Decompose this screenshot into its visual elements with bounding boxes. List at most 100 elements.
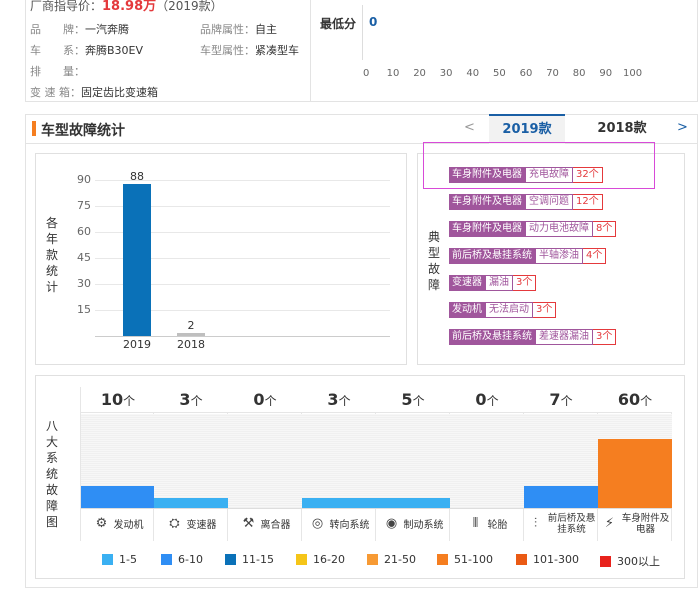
- system-column[interactable]: 10个 ⚙ 发动机: [80, 387, 155, 541]
- system-count-unit: 个: [486, 394, 499, 408]
- system-bar-area: [376, 414, 450, 508]
- system-count: 10个: [81, 387, 155, 413]
- eight-systems-label: 八大系统故障图: [45, 419, 58, 529]
- fault-item[interactable]: 变速器 漏油 3个: [449, 275, 537, 291]
- legend-item: 1-5: [102, 553, 137, 566]
- fault-item[interactable]: 前后桥及悬挂系统 差速器漏油 3个: [449, 329, 617, 345]
- steering-wheel-icon: ◎: [311, 516, 324, 531]
- system-name: 发动机: [113, 520, 144, 531]
- fault-item[interactable]: 车身附件及电器 动力电池故障 8个: [449, 221, 617, 237]
- legend-item: 16-20: [296, 553, 345, 566]
- system-count-number: 60: [617, 390, 641, 409]
- system-count: 7个: [524, 387, 598, 413]
- system-count-number: 5: [401, 390, 413, 409]
- info-value: 一汽奔腾: [85, 23, 129, 36]
- fault-item[interactable]: 前后桥及悬挂系统 半轴渗油 4个: [449, 248, 607, 264]
- info-row: 车 系：奔腾B30EV: [30, 42, 143, 58]
- fault-issue: 漏油: [485, 275, 513, 291]
- system-count: 0个: [228, 387, 302, 413]
- y-tick-label: 15: [77, 303, 91, 317]
- fault-issue: 差速器漏油: [535, 329, 593, 345]
- score-scale-tick: 70: [546, 68, 559, 79]
- system-count-unit: 个: [190, 394, 203, 408]
- info-value: 固定齿比变速箱: [81, 86, 158, 99]
- y-tick-label: 75: [77, 199, 91, 213]
- tab-2018[interactable]: 2018款: [584, 114, 660, 144]
- system-count-number: 3: [179, 390, 191, 409]
- info-value: 奔腾B30EV: [85, 44, 144, 57]
- system-name: 轮胎: [487, 520, 508, 531]
- prev-arrow-icon[interactable]: <: [464, 120, 475, 135]
- legend-item: 11-15: [225, 553, 274, 566]
- system-name: 转向系统: [329, 520, 370, 531]
- info-key: 品牌属性：: [200, 23, 255, 36]
- price-line: 厂商指导价：18.98万（2019款）: [30, 0, 223, 14]
- system-column[interactable]: 5个 ◉ 制动系统: [376, 387, 450, 541]
- fault-count: 8个: [593, 221, 617, 237]
- legend-label: 16-20: [313, 553, 345, 566]
- legend-label: 11-15: [242, 553, 274, 566]
- system-name: 离合器: [260, 520, 291, 531]
- score-scale-tick: 40: [466, 68, 480, 79]
- system-name: 制动系统: [403, 520, 444, 531]
- system-bar-area: [81, 414, 155, 508]
- fault-count: 3个: [513, 275, 537, 291]
- system-column[interactable]: 60个 ⚡ 车身附件及电器: [598, 387, 672, 541]
- system-count-number: 3: [327, 390, 339, 409]
- system-column[interactable]: 0个 ⚒ 离合器: [228, 387, 302, 541]
- system-count-number: 10: [100, 390, 124, 409]
- fault-item[interactable]: 发动机 无法启动 3个: [449, 302, 557, 318]
- fault-system: 发动机: [449, 302, 485, 318]
- fault-issue: 动力电池故障: [525, 221, 593, 237]
- info-divider: [310, 0, 311, 102]
- info-key: 品 牌：: [30, 23, 85, 36]
- legend-label: 21-50: [384, 553, 416, 566]
- legend-item: 6-10: [161, 553, 203, 566]
- system-column[interactable]: 7个 ⫶ 前后桥及悬挂系统: [524, 387, 598, 541]
- score-scale-tick: 30: [439, 68, 453, 79]
- info-row: 排 量：: [30, 63, 85, 79]
- system-count-unit: 个: [123, 394, 136, 408]
- legend-label: 6-10: [178, 553, 203, 566]
- legend-swatch: [102, 554, 113, 565]
- system-bar-area: [450, 414, 524, 508]
- legend-item: 21-50: [367, 553, 416, 566]
- system-column[interactable]: 0个 ⦀ 轮胎: [450, 387, 524, 541]
- min-score-value: 0: [369, 15, 378, 29]
- fault-count: 12个: [573, 194, 603, 210]
- system-column[interactable]: 3个 ◎ 转向系统: [302, 387, 376, 541]
- fault-count: 3个: [533, 302, 557, 318]
- tab-2019[interactable]: 2019款: [489, 114, 565, 144]
- fault-system: 前后桥及悬挂系统: [449, 329, 535, 345]
- min-score-label: 最低分: [320, 17, 357, 31]
- legend-swatch: [516, 554, 527, 565]
- info-key: 排 量：: [30, 65, 85, 78]
- score-scale-tick: 80: [572, 68, 586, 79]
- info-row: 品 牌：一汽奔腾: [30, 21, 129, 37]
- fault-item[interactable]: 车身附件及电器 空调问题 12个: [449, 194, 603, 210]
- system-label: ⦀ 轮胎: [450, 508, 524, 538]
- y-tick-label: 60: [77, 225, 91, 239]
- info-value: 自主: [255, 23, 277, 36]
- legend-label: 101-300: [533, 553, 579, 566]
- system-count-unit: 个: [640, 394, 653, 408]
- system-bar-fill: [154, 498, 228, 508]
- section-accent-bar: [32, 121, 36, 136]
- tire-icon: ⦀: [472, 516, 479, 531]
- price-year: （2019款）: [156, 0, 223, 13]
- score-scale-tick: 10: [386, 68, 400, 79]
- system-bar-fill: [376, 498, 450, 508]
- legend-swatch: [296, 554, 307, 565]
- fault-issue: 空调问题: [525, 194, 573, 210]
- legend-label: 300以上: [617, 555, 660, 568]
- score-scale-axis: [362, 5, 363, 60]
- x-axis: [95, 336, 390, 337]
- legend-swatch: [161, 554, 172, 565]
- info-row-attr: 品牌属性：自主: [200, 21, 277, 37]
- score-scale-tick: 20: [413, 68, 426, 79]
- system-column[interactable]: 3个 ⛭ 变速器: [154, 387, 228, 541]
- next-arrow-icon[interactable]: >: [677, 120, 688, 135]
- legend-swatch: [437, 554, 448, 565]
- system-label: ⛭ 变速器: [154, 508, 228, 538]
- gear-shift-icon: ⛭: [169, 516, 180, 531]
